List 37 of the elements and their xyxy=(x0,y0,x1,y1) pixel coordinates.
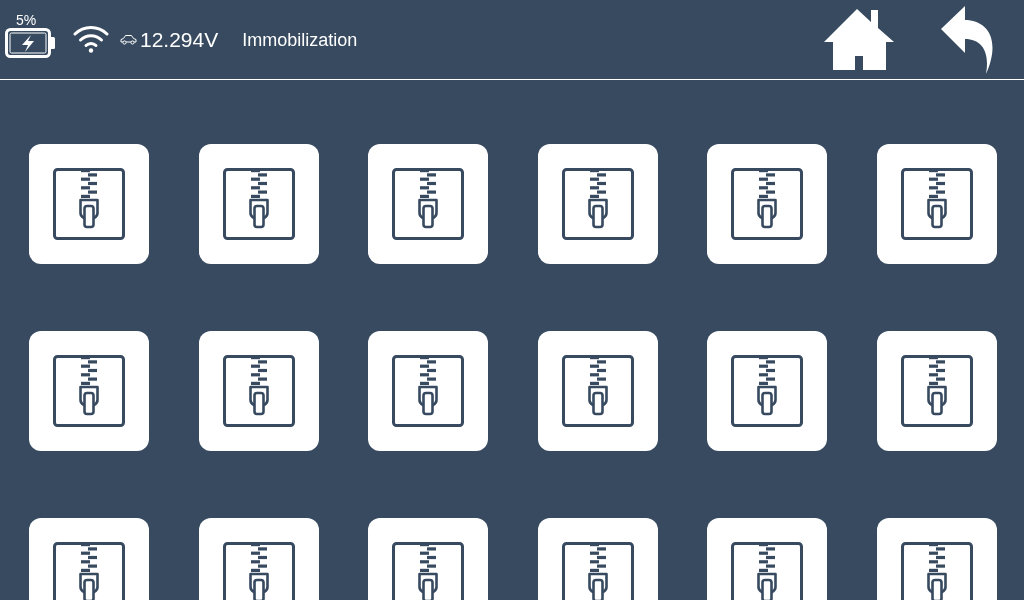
zipper-file-icon xyxy=(731,542,804,600)
zipper-file-icon xyxy=(561,542,634,600)
zipper-file-icon xyxy=(561,355,634,427)
voltage-reading: 12.294V xyxy=(140,29,219,50)
archive-tile[interactable] xyxy=(198,331,319,451)
zipper-file-icon xyxy=(53,355,125,427)
wifi-icon xyxy=(73,24,109,53)
archive-tile[interactable] xyxy=(707,144,828,264)
zipper-file-icon xyxy=(900,355,973,427)
zipper-file-icon xyxy=(900,542,973,600)
zipper-file-icon xyxy=(392,542,465,600)
home-button[interactable] xyxy=(824,9,894,70)
screen-title: Immobilization xyxy=(242,30,358,49)
archive-tile[interactable] xyxy=(537,144,658,264)
archive-tile[interactable] xyxy=(537,331,658,451)
archive-tile[interactable] xyxy=(707,331,828,451)
battery-percent: 5% xyxy=(15,11,37,28)
zipper-file-icon xyxy=(53,168,125,240)
zipper-file-icon xyxy=(222,168,295,240)
zipper-file-icon xyxy=(53,542,125,600)
zipper-file-icon xyxy=(222,355,295,427)
zipper-file-icon xyxy=(731,168,804,240)
archive-tile[interactable] xyxy=(876,144,997,264)
home-icon xyxy=(824,9,894,70)
zipper-file-icon xyxy=(222,542,295,600)
zipper-file-icon xyxy=(900,168,973,240)
car-icon xyxy=(120,34,137,45)
archive-tile[interactable] xyxy=(29,331,149,451)
zipper-file-icon xyxy=(561,168,634,240)
zipper-file-icon xyxy=(392,355,465,427)
archive-tile[interactable] xyxy=(29,144,149,264)
archive-tile[interactable] xyxy=(368,144,489,264)
archive-tile[interactable] xyxy=(198,144,319,264)
archive-tile[interactable] xyxy=(368,331,489,451)
archive-tile[interactable] xyxy=(876,331,997,451)
zipper-file-icon xyxy=(731,355,804,427)
zipper-file-icon xyxy=(392,168,465,240)
